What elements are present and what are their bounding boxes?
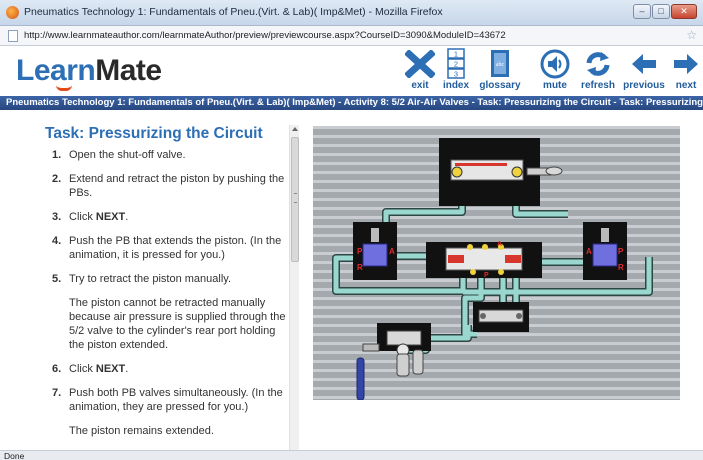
scroll-up-arrow-icon[interactable] <box>292 127 298 131</box>
pneumatic-circuit-animation: P R A A P R A P <box>313 126 680 400</box>
index-label: index <box>442 80 470 91</box>
mute-label: mute <box>543 80 567 91</box>
step-keyword: NEXT <box>95 211 126 223</box>
logo-part-mate: Mate <box>95 54 162 87</box>
exit-label: exit <box>411 80 429 91</box>
step-text-post: . <box>125 363 129 375</box>
page-title: Task: Pressurizing the Circuit <box>45 125 263 142</box>
firefox-icon <box>6 6 19 19</box>
step-number: 3. <box>52 211 62 223</box>
left-pushbutton-valve: P R A <box>353 222 397 280</box>
status-bar: Done <box>0 450 703 460</box>
book-icon: abc <box>476 48 524 79</box>
step-item: 2. Extend and retract the piston by push… <box>52 172 292 200</box>
step-number: 1. <box>52 149 62 161</box>
step-text: Push the PB that extends the piston. (In… <box>69 235 282 261</box>
step-text-pre: Click <box>69 363 96 375</box>
window-title: Pneumatics Technology 1: Fundamentals of… <box>24 6 443 18</box>
next-label: next <box>675 80 697 91</box>
instructions-panel: Task: Pressurizing the Circuit 1. Open t… <box>0 110 303 450</box>
refresh-icon <box>578 48 618 79</box>
step-text: Extend and retract the piston by pushing… <box>69 173 285 199</box>
previous-button[interactable]: previous <box>623 48 665 94</box>
learnmate-logo: LearnMate <box>16 54 162 91</box>
step-number: 7. <box>52 387 62 399</box>
port-label-r: R <box>357 263 363 272</box>
page-icon <box>8 30 18 42</box>
step-explanation: The piston cannot be retracted manually … <box>69 297 286 351</box>
arrow-left-icon <box>623 48 665 79</box>
step-number: 6. <box>52 363 62 375</box>
svg-text:3: 3 <box>454 70 458 79</box>
maximize-button[interactable]: □ <box>652 4 670 19</box>
next-button[interactable]: next <box>671 48 701 94</box>
browser-window: Pneumatics Technology 1: Fundamentals of… <box>0 0 703 460</box>
step-text-pre: Click <box>69 211 96 223</box>
step-item: 1. Open the shut-off valve. <box>52 148 292 162</box>
previous-label: previous <box>623 80 665 91</box>
address-bar: http://www.learnmateauthor.com/learnmate… <box>0 26 703 46</box>
url-field[interactable]: http://www.learnmateauthor.com/learnmate… <box>24 30 506 41</box>
step-number: 5. <box>52 273 62 285</box>
svg-text:2: 2 <box>454 60 458 69</box>
step-text-post: . <box>125 211 129 223</box>
mute-button[interactable]: mute <box>536 48 574 94</box>
speaker-mute-icon <box>536 48 574 79</box>
step-text: Push both PB valves simultaneously. (In … <box>69 387 283 413</box>
step-item: 6. Click NEXT. <box>52 362 292 376</box>
window-controls: ‒ □ ✕ <box>633 4 697 19</box>
step-item: 5. Try to retract the piston manually. T… <box>52 272 292 352</box>
refresh-label: refresh <box>581 80 615 91</box>
port-label-p: P <box>357 247 363 256</box>
step-keyword: NEXT <box>95 363 126 375</box>
port-label-p: P <box>484 272 489 279</box>
svg-text:abc: abc <box>496 62 505 68</box>
glossary-button[interactable]: abc glossary <box>476 48 524 94</box>
title-bar: Pneumatics Technology 1: Fundamentals of… <box>0 0 703 26</box>
minimize-button[interactable]: ‒ <box>633 4 651 19</box>
glossary-label: glossary <box>479 80 521 91</box>
step-number: 2. <box>52 173 62 185</box>
right-pushbutton-valve: A P R <box>583 222 627 280</box>
port-label-a: A <box>497 241 502 248</box>
app-header: LearnMate exit 1 2 3 index abc glossary … <box>0 46 703 96</box>
close-x-icon <box>402 48 438 79</box>
port-label-a: A <box>586 247 592 256</box>
arrow-right-icon <box>671 48 701 79</box>
logo-part-learn: Learn <box>16 54 96 87</box>
instructions-scrollbar[interactable] <box>289 125 299 450</box>
grip-icon <box>294 193 297 203</box>
exit-button[interactable]: exit <box>402 48 438 94</box>
index-button[interactable]: 1 2 3 index <box>439 48 473 94</box>
logo-smile-mark <box>56 85 72 91</box>
bookmark-star-icon[interactable]: ☆ <box>686 28 697 42</box>
scrollbar-thumb[interactable] <box>291 137 299 262</box>
step-explanation: The piston remains extended. <box>69 425 214 437</box>
numbered-list-icon: 1 2 3 <box>439 48 473 79</box>
five-two-air-valve: A P <box>426 241 542 279</box>
port-label-a: A <box>389 247 395 256</box>
steps-list: 1. Open the shut-off valve. 2. Extend an… <box>52 148 292 438</box>
port-label-p: P <box>618 247 624 256</box>
step-item: 3. Click NEXT. <box>52 210 292 224</box>
step-item: 4. Push the PB that extends the piston. … <box>52 234 292 262</box>
distribution-manifold <box>473 302 529 332</box>
svg-text:1: 1 <box>454 50 458 59</box>
breadcrumb: Pneumatics Technology 1: Fundamentals of… <box>0 96 703 110</box>
step-text: Try to retract the piston manually. <box>69 273 232 285</box>
refresh-button[interactable]: refresh <box>578 48 618 94</box>
port-label-r: R <box>618 263 624 272</box>
step-number: 4. <box>52 235 62 247</box>
step-text: Open the shut-off valve. <box>69 149 186 161</box>
close-window-button[interactable]: ✕ <box>671 4 697 19</box>
step-item: 7. Push both PB valves simultaneously. (… <box>52 386 292 438</box>
